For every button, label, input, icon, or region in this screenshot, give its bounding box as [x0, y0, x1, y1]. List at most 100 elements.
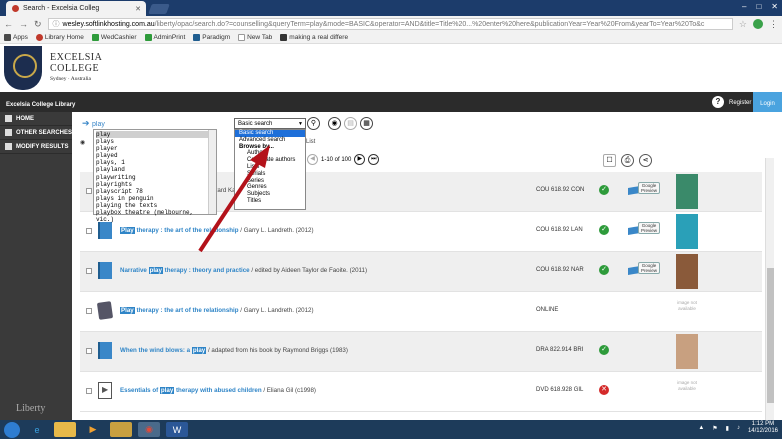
close-window-icon[interactable]: ✕: [771, 2, 778, 11]
volume-icon[interactable]: ♪: [737, 425, 740, 431]
sidebar-item-modify-results[interactable]: MODIFY RESULTS: [0, 140, 72, 154]
saved-button[interactable]: ▤: [344, 117, 357, 130]
result-title[interactable]: Play therapy : the art of the relationsh…: [120, 227, 314, 234]
sidebar-item-home[interactable]: HOME: [0, 112, 72, 126]
result-title-link[interactable]: Play therapy : the art of the relationsh…: [120, 227, 239, 234]
network-icon[interactable]: ▮: [726, 425, 729, 432]
bookmark-star-icon[interactable]: ☆: [739, 19, 747, 30]
folder-icon[interactable]: [54, 422, 76, 437]
dropdown-option[interactable]: Browse by...: [235, 144, 305, 151]
dropdown-option[interactable]: Serials: [235, 171, 305, 178]
page-scrollbar[interactable]: [765, 158, 774, 420]
result-title[interactable]: Essentials of play therapy with abused c…: [120, 387, 316, 394]
bookmark-wedcashier[interactable]: WedCashier: [91, 34, 137, 41]
folder-app-icon[interactable]: [110, 422, 132, 437]
result-title-link[interactable]: Essentials of play therapy with abused c…: [120, 387, 262, 394]
dropdown-option[interactable]: Lists: [235, 164, 305, 171]
last-page-button[interactable]: ⏭: [368, 154, 380, 165]
bookmark-adminprint[interactable]: AdminPrint: [144, 34, 185, 41]
autocomplete-scrollbar[interactable]: [208, 130, 216, 214]
cover-image[interactable]: [676, 334, 698, 369]
tray-up-icon[interactable]: ▲: [698, 425, 704, 431]
google-preview-button[interactable]: Google Preview: [628, 221, 664, 241]
result-title[interactable]: When the wind blows: a play / adapted fr…: [120, 347, 348, 354]
autocomplete-item[interactable]: playwriting: [96, 174, 214, 181]
college-crest-logo[interactable]: [4, 46, 42, 90]
chrome-icon[interactable]: ◉: [138, 422, 160, 437]
login-button[interactable]: Login: [753, 92, 782, 112]
extension-icon[interactable]: [753, 19, 763, 29]
google-preview-button[interactable]: Google Preview: [628, 181, 664, 201]
autocomplete-item[interactable]: player: [96, 145, 214, 152]
autocomplete-item[interactable]: playscript 78: [96, 188, 214, 195]
autocomplete-item[interactable]: playing the texts: [96, 202, 214, 209]
minimize-icon[interactable]: –: [742, 2, 746, 11]
available-icon[interactable]: ✓: [599, 225, 609, 235]
dropdown-option[interactable]: Titles: [235, 198, 305, 205]
register-link[interactable]: Register: [729, 100, 751, 106]
unavailable-icon[interactable]: ✕: [599, 385, 609, 395]
help-icon[interactable]: ?: [712, 96, 724, 108]
maximize-icon[interactable]: □: [756, 2, 761, 11]
dropdown-option[interactable]: Authors: [235, 150, 305, 157]
dropdown-option[interactable]: Genres: [235, 184, 305, 191]
dropdown-option[interactable]: Corporate authors: [235, 157, 305, 164]
tab-close-icon[interactable]: ✕: [135, 5, 141, 13]
autocomplete-item[interactable]: playbox theatre (melbourne, vic.): [96, 209, 214, 223]
dropdown-option[interactable]: Subjects: [235, 191, 305, 198]
result-title-link[interactable]: When the wind blows: a play: [120, 347, 207, 354]
menu-icon[interactable]: ⋮: [769, 19, 778, 30]
result-checkbox[interactable]: [86, 388, 92, 394]
autocomplete-item[interactable]: playrights: [96, 181, 214, 188]
google-preview-button[interactable]: Google Preview: [628, 261, 664, 281]
result-title[interactable]: Play therapy : the art of the relationsh…: [120, 307, 314, 314]
sidebar-item-other-searches[interactable]: OTHER SEARCHES: [0, 126, 72, 140]
result-checkbox[interactable]: [86, 228, 92, 234]
search-type-select[interactable]: Basic search ▼: [234, 118, 306, 129]
result-title-link[interactable]: Play therapy : the art of the relationsh…: [120, 307, 239, 314]
result-checkbox[interactable]: [86, 188, 92, 194]
bookmark-library-home[interactable]: Library Home: [35, 34, 84, 41]
result-title-link[interactable]: Narrative play therapy : theory and prac…: [120, 267, 250, 274]
forward-icon[interactable]: →: [19, 19, 28, 29]
back-icon[interactable]: ←: [4, 19, 13, 29]
media-player-icon[interactable]: ▶: [82, 422, 104, 437]
clock[interactable]: 1:12 PM 14/12/2016: [748, 421, 778, 435]
dropdown-option[interactable]: Advanced search: [235, 137, 305, 144]
result-checkbox[interactable]: [86, 308, 92, 314]
bookmark-paradigm[interactable]: Paradigm: [193, 34, 230, 41]
ie-icon[interactable]: e: [26, 422, 48, 437]
browser-tab[interactable]: Search - Excelsia Colleg ✕: [6, 1, 146, 16]
flag-icon[interactable]: ⚑: [712, 425, 717, 432]
reload-icon[interactable]: ↻: [34, 19, 42, 30]
autocomplete-item[interactable]: played: [96, 152, 214, 159]
available-icon[interactable]: ✓: [599, 345, 609, 355]
new-tab-button[interactable]: [148, 4, 170, 14]
print-icon[interactable]: ⎙: [621, 154, 634, 167]
url-field[interactable]: ⓘ wesley.softlinkhosting.com.au/liberty/…: [47, 18, 733, 30]
bookmark-making-a-real-difference[interactable]: making a real differe: [280, 34, 348, 41]
word-icon[interactable]: W: [166, 422, 188, 437]
history-button[interactable]: ▦: [360, 117, 373, 130]
bookmark-new-tab[interactable]: New Tab: [238, 34, 272, 41]
autocomplete-item[interactable]: playland: [96, 166, 214, 173]
scrollbar-thumb[interactable]: [767, 268, 774, 403]
list-label[interactable]: List: [306, 139, 315, 145]
select-all-icon[interactable]: ☐: [603, 154, 616, 167]
result-checkbox[interactable]: [86, 348, 92, 354]
clear-button[interactable]: ◉: [328, 117, 341, 130]
college-name[interactable]: Excelsia College Sydney · Australia: [50, 52, 102, 85]
cover-image[interactable]: [676, 174, 698, 209]
bookmark-apps[interactable]: Apps: [4, 34, 28, 41]
autocomplete-item[interactable]: play: [96, 131, 214, 139]
dropdown-option[interactable]: Series: [235, 178, 305, 185]
result-checkbox[interactable]: [86, 268, 92, 274]
available-icon[interactable]: ✓: [599, 185, 609, 195]
autocomplete-item[interactable]: plays, 1: [96, 159, 214, 166]
autocomplete-item[interactable]: plays: [96, 138, 214, 145]
share-icon[interactable]: ⋖: [639, 154, 652, 167]
dropdown-option[interactable]: Basic search: [235, 130, 305, 137]
result-title[interactable]: Narrative play therapy : theory and prac…: [120, 267, 367, 274]
next-page-button[interactable]: ▶: [354, 154, 366, 165]
start-button[interactable]: [4, 421, 20, 438]
